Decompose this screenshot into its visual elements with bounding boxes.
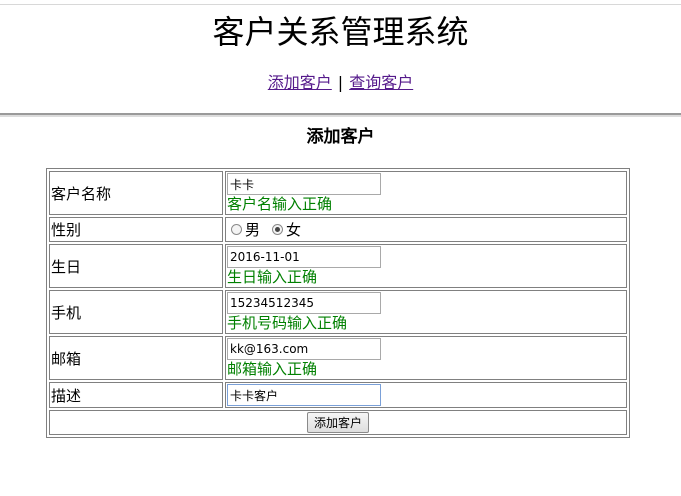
birthday-label: 生日 (49, 244, 223, 288)
top-nav: 添加客户 | 查询客户 (0, 72, 681, 94)
add-customer-form: 客户名称 客户名输入正确 性别 男 女 生日 生日输入正确 手机 手机号码输入正… (46, 168, 630, 438)
form-title: 添加客户 (306, 127, 375, 147)
email-field-cell: 邮箱输入正确 (225, 336, 627, 380)
phone-input[interactable] (227, 292, 381, 314)
form-row-submit: 添加客户 (49, 410, 627, 435)
nav-separator: | (337, 73, 344, 92)
description-input[interactable] (227, 384, 381, 406)
gender-female-radio[interactable] (272, 224, 284, 235)
birthday-valid-message: 生日输入正确 (227, 268, 318, 286)
app-title: 客户关系管理系统 (212, 13, 469, 51)
phone-valid-message: 手机号码输入正确 (227, 314, 348, 332)
form-row-name: 客户名称 客户名输入正确 (49, 171, 627, 215)
email-label: 邮箱 (49, 336, 223, 380)
submit-cell: 添加客户 (49, 410, 627, 435)
gender-radio-group: 男 女 (227, 220, 625, 240)
query-customer-link[interactable]: 查询客户 (349, 73, 413, 92)
gender-label: 性别 (49, 217, 223, 242)
birthday-field-cell: 生日输入正确 (225, 244, 627, 288)
phone-label: 手机 (49, 290, 223, 334)
form-row-description: 描述 (49, 382, 627, 408)
gender-male-radio[interactable] (231, 224, 242, 235)
phone-field-cell: 手机号码输入正确 (225, 290, 627, 334)
description-label: 描述 (49, 382, 223, 408)
top-border (0, 4, 681, 5)
add-customer-submit-button[interactable]: 添加客户 (306, 412, 369, 433)
header-divider (0, 113, 681, 117)
form-row-phone: 手机 手机号码输入正确 (49, 290, 627, 334)
name-field-cell: 客户名输入正确 (225, 171, 627, 215)
gender-female-label[interactable]: 女 (286, 220, 301, 240)
add-customer-link[interactable]: 添加客户 (268, 73, 332, 92)
birthday-input[interactable] (227, 246, 381, 268)
name-label: 客户名称 (49, 171, 223, 215)
form-row-birthday: 生日 生日输入正确 (49, 244, 627, 288)
form-row-gender: 性别 男 女 (49, 217, 627, 242)
name-valid-message: 客户名输入正确 (227, 195, 333, 213)
gender-field-cell: 男 女 (225, 217, 627, 242)
gender-male-label[interactable]: 男 (245, 220, 260, 240)
email-valid-message: 邮箱输入正确 (227, 360, 318, 378)
description-field-cell (225, 382, 627, 408)
customer-name-input[interactable] (227, 173, 381, 195)
form-row-email: 邮箱 邮箱输入正确 (49, 336, 627, 380)
email-input[interactable] (227, 338, 381, 360)
